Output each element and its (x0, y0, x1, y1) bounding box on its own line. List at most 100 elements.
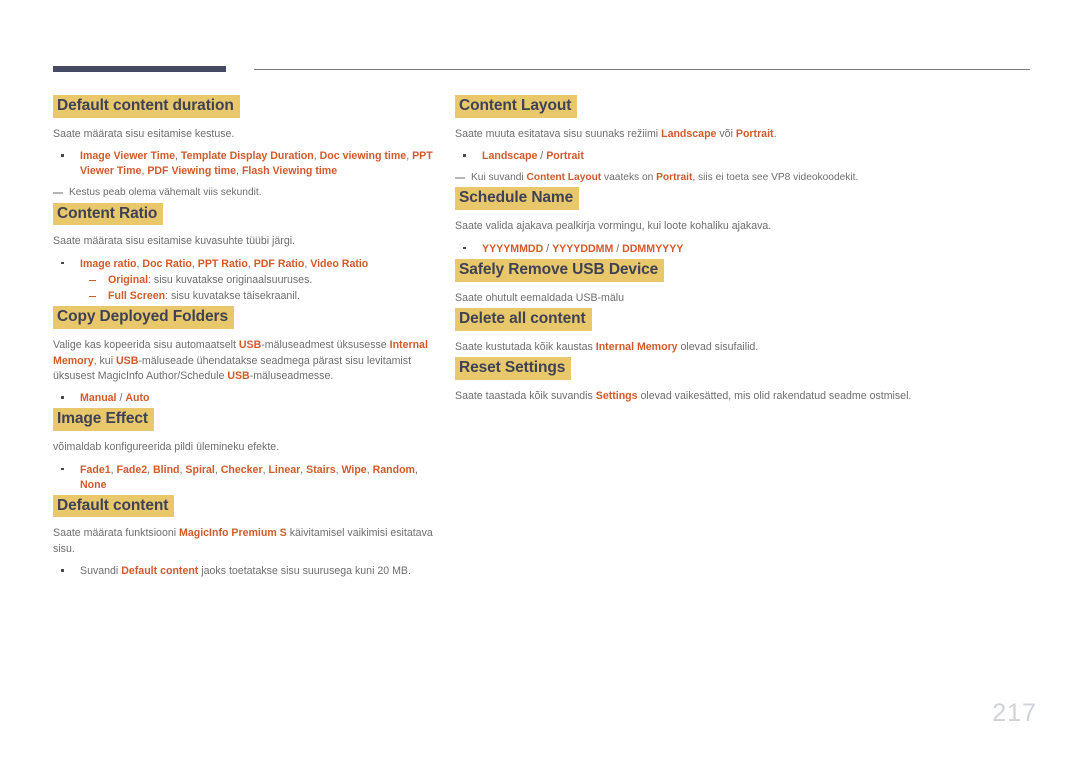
text-run: Suvandi (80, 565, 122, 578)
text-run: -mäluseadmesse. (249, 369, 334, 382)
text-run: Kui suvandi (471, 172, 527, 184)
emphasis-term: Default content (121, 565, 199, 578)
bullet-text: Fade1, Fade2, Blind, Spiral, Checker, Li… (80, 464, 418, 491)
emphasis-term: Manual (80, 392, 117, 405)
section-body: Valige kas kopeerida sisu automaatselt U… (53, 338, 435, 384)
doc-section: Content Layout Saate muuta esitatava sisu… (455, 95, 1035, 185)
text-run: olevad sisufailid. (677, 340, 759, 353)
doc-section: Image Effect võimaldab konfigureerida pil… (53, 408, 435, 492)
bullet-item: Fade1, Fade2, Blind, Spiral, Checker, Li… (53, 463, 435, 493)
bullet-item: Image Viewer Time, Template Display Dura… (53, 149, 435, 179)
doc-section: Delete all content Saate kustutada kõik k… (455, 307, 1035, 355)
emphasis-term: Full Screen (108, 290, 166, 303)
text-run: jaoks toetatakse sisu suurusega kuni 20 … (198, 565, 411, 578)
bullet-text: Image Viewer Time, Template Display Dura… (80, 150, 433, 177)
section-heading: Safely Remove USB Device (455, 258, 665, 282)
bullet-text: Manual / Auto (80, 392, 149, 404)
left-column: Default content duration Saate määrata si… (53, 95, 435, 581)
dash-bullet-icon (89, 279, 96, 282)
page-number: 217 (992, 699, 1037, 727)
emphasis-term: USB (116, 354, 139, 367)
doc-section: Default content duration Saate määrata si… (53, 95, 435, 201)
emphasis-term: Original (108, 273, 149, 286)
section-body: Saate määrata sisu esitamise kestuse. (53, 127, 235, 140)
emphasis-term: Content Layout (526, 172, 602, 184)
section-body: võimaldab konfigureerida pildi ülemineku… (53, 441, 280, 454)
text-run: olevad vaikesätted, mis olid rakendatud … (637, 389, 912, 402)
text-run: Saate muuta esitatava sisu suunaks režii… (455, 127, 662, 140)
section-body: Saate taastada kõik suvandis Settings ol… (455, 389, 1035, 404)
bullet-square-icon (61, 396, 64, 399)
emphasis-term: Checker (220, 463, 263, 476)
emphasis-term: Template Display Duration (180, 150, 314, 163)
text-run: või (716, 127, 736, 140)
bullet-text: Image ratio, Doc Ratio, PPT Ratio, PDF R… (80, 258, 368, 270)
doc-section: Safely Remove USB Device Saate ohutult ee… (455, 258, 1035, 306)
emphasis-term: Doc Ratio (142, 257, 192, 270)
note-text: Kestus peab olema vähemalt viis sekundit… (69, 187, 262, 198)
bullet-list: Manual / Auto (53, 391, 435, 406)
dash-bullet-icon (89, 296, 96, 298)
emphasis-term: PDF Ratio (253, 257, 305, 270)
text-run: , (414, 463, 418, 476)
emphasis-term: Image Viewer Time (80, 150, 176, 163)
bullet-text: Suvandi Default content jaoks toetatakse… (80, 565, 411, 577)
text-run: vaateks on (601, 172, 657, 184)
section-heading: Schedule Name (455, 187, 580, 211)
text-run: -mäluseadmest üksusesse (261, 339, 390, 352)
note-line: Kui suvandi Content Layout vaateks on Po… (455, 171, 1035, 185)
doc-section: Copy Deployed Folders Valige kas kopeerid… (53, 306, 435, 406)
emphasis-term: Doc viewing time (319, 150, 407, 163)
emphasis-term: Internal Memory (595, 340, 678, 353)
emphasis-term: Fade2 (116, 463, 148, 476)
emphasis-term: Portrait (735, 127, 774, 140)
bullet-item: Image ratio, Doc Ratio, PPT Ratio, PDF R… (53, 257, 435, 305)
section-heading: Default content (53, 494, 175, 518)
emphasis-term: Landscape (482, 150, 538, 163)
bullet-item: YYYYMMDD / YYYYDDMM / DDMMYYYY (455, 242, 1035, 257)
bullet-text: YYYYMMDD / YYYYDDMM / DDMMYYYY (482, 243, 683, 255)
section-heading: Reset Settings (455, 357, 572, 380)
text-run: , kui (93, 354, 116, 367)
header-accent-bar (53, 66, 226, 72)
text-run: Saate kustutada kõik kaustas (455, 340, 596, 353)
bullet-square-icon (61, 261, 64, 265)
bullet-list: Suvandi Default content jaoks toetatakse… (53, 564, 435, 579)
section-body: Saate määrata sisu esitamise kuvasuhte t… (53, 235, 296, 248)
text-run: Saate määrata funktsiooni (53, 527, 180, 540)
text-run: / (613, 242, 623, 255)
sub-bullet-text: Full Screen: sisu kuvatakse täisekraanil… (108, 290, 300, 302)
text-run: / (543, 242, 553, 255)
right-column: Content Layout Saate muuta esitatava sisu… (455, 95, 1035, 406)
bullet-text: Landscape / Portrait (482, 150, 584, 162)
emphasis-term: Landscape (661, 127, 717, 140)
emphasis-term: Settings (595, 389, 638, 402)
bullet-list: Image Viewer Time, Template Display Dura… (53, 149, 435, 179)
text-run: : sisu kuvatakse originaalsuuruses. (148, 273, 313, 286)
emphasis-term: Video Ratio (310, 257, 369, 270)
note-dash-icon (53, 192, 63, 194)
doc-section: Schedule Name Saate valida ajakava pealki… (455, 187, 1035, 256)
bullet-item: Manual / Auto (53, 391, 435, 406)
note-line: Kestus peab olema vähemalt viis sekundit… (53, 186, 435, 200)
page-header-rule (0, 0, 1080, 72)
bullet-square-icon (61, 467, 64, 471)
bullet-list: Landscape / Portrait (455, 149, 1035, 164)
sub-bullet-list: Original: sisu kuvatakse originaalsuurus… (80, 273, 435, 305)
section-body: Saate määrata funktsiooni MagicInfo Prem… (53, 526, 435, 557)
section-body: Saate ohutult eemaldada USB-mälu (455, 291, 625, 304)
emphasis-term: DDMMYYYY (622, 242, 684, 255)
section-heading: Copy Deployed Folders (53, 306, 235, 330)
sub-bullet-text: Original: sisu kuvatakse originaalsuurus… (108, 274, 312, 286)
emphasis-term: Auto (125, 392, 150, 405)
text-run: , siis ei toeta see VP8 videokoodekit. (692, 172, 859, 184)
header-thin-rule (254, 69, 1030, 70)
bullet-item: Landscape / Portrait (455, 149, 1035, 164)
emphasis-term: USB (227, 369, 250, 382)
emphasis-term: Flash Viewing time (241, 165, 338, 178)
text-run: Valige kas kopeerida sisu automaatselt (53, 339, 239, 352)
emphasis-term: Spiral (185, 463, 215, 476)
sub-bullet-item: Full Screen: sisu kuvatakse täisekraanil… (80, 289, 435, 304)
bullet-square-icon (463, 246, 466, 250)
emphasis-term: PDF Viewing time (147, 165, 237, 178)
